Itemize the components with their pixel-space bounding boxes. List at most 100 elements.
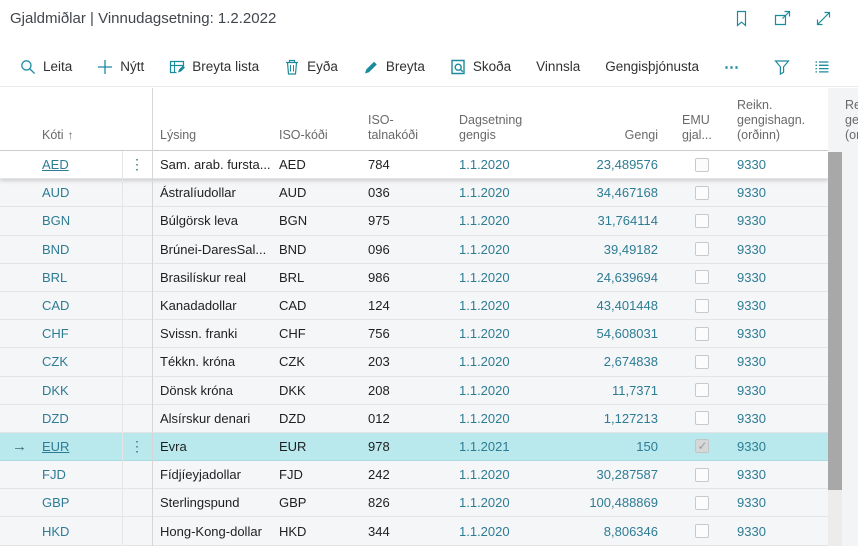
description-cell[interactable]: Hong-Kong-dollar: [152, 517, 278, 544]
realized-gains-account-cell[interactable]: 9330: [732, 292, 828, 319]
currency-code-cell[interactable]: AED: [40, 151, 122, 178]
currency-code-link[interactable]: FJD: [42, 467, 66, 482]
emu-cell[interactable]: [672, 236, 732, 263]
realized-gains-account-cell[interactable]: 9330: [732, 207, 828, 234]
currency-code-link[interactable]: AUD: [42, 185, 69, 200]
currency-code-link[interactable]: BRL: [42, 270, 67, 285]
row-menu-cell[interactable]: ⋮: [122, 461, 152, 488]
iso-code-cell[interactable]: CZK: [278, 348, 365, 375]
iso-numeric-code-cell[interactable]: 784: [365, 151, 456, 178]
table-row[interactable]: → AED ⋮ Sam. arab. fursta... AED 784 1.1…: [0, 151, 828, 179]
currency-code-link[interactable]: CZK: [42, 354, 68, 369]
description-cell[interactable]: Fídjíeyjadollar: [152, 461, 278, 488]
currency-code-cell[interactable]: FJD: [40, 461, 122, 488]
exchange-rate-cell[interactable]: 8,806346: [560, 517, 660, 544]
description-cell[interactable]: Evra: [152, 433, 278, 460]
row-menu-cell[interactable]: ⋮: [122, 377, 152, 404]
table-row[interactable]: → AUD ⋮ Ástralíudollar AUD 036 1.1.2020 …: [0, 179, 828, 207]
emu-cell[interactable]: [672, 489, 732, 516]
currency-code-cell[interactable]: GBP: [40, 489, 122, 516]
exchange-rate-cell[interactable]: 30,287587: [560, 461, 660, 488]
iso-code-cell[interactable]: HKD: [278, 517, 365, 544]
vertical-scrollbar[interactable]: [828, 152, 842, 546]
column-header-emu[interactable]: EMU gjal...: [672, 88, 732, 150]
realized-gains-account-cell[interactable]: 9330: [732, 405, 828, 432]
iso-code-cell[interactable]: EUR: [278, 433, 365, 460]
emu-checkbox[interactable]: [695, 383, 709, 397]
description-cell[interactable]: Svissn. franki: [152, 320, 278, 347]
row-context-menu-icon[interactable]: ⋮: [130, 156, 144, 173]
expand-icon[interactable]: [815, 10, 832, 27]
currency-code-cell[interactable]: BRL: [40, 264, 122, 291]
exchange-rate-date-cell[interactable]: 1.1.2020: [456, 348, 560, 375]
emu-cell[interactable]: [672, 433, 732, 460]
realized-gains-account-cell[interactable]: 9330: [732, 489, 828, 516]
iso-code-cell[interactable]: CAD: [278, 292, 365, 319]
action-exchange-rate-service[interactable]: Gengisþjónusta: [605, 59, 699, 74]
currency-code-link[interactable]: EUR: [42, 439, 69, 454]
iso-numeric-code-cell[interactable]: 756: [365, 320, 456, 347]
exchange-rate-cell[interactable]: 11,7371: [560, 377, 660, 404]
table-row[interactable]: → BGN ⋮ Búlgörsk leva BGN 975 1.1.2020 3…: [0, 207, 828, 235]
exchange-rate-cell[interactable]: 34,467168: [560, 179, 660, 206]
currency-code-cell[interactable]: BGN: [40, 207, 122, 234]
column-header-code[interactable]: Kóti↑: [40, 88, 122, 150]
column-header-iso-code[interactable]: ISO-kóði: [278, 88, 365, 150]
row-context-menu-icon[interactable]: ⋮: [130, 438, 144, 455]
realized-gains-account-cell[interactable]: 9330: [732, 377, 828, 404]
emu-checkbox[interactable]: [695, 524, 709, 538]
column-header-realized-losses-account-clipped[interactable]: Reikn. gengistap (orðinn): [845, 88, 858, 150]
iso-numeric-code-cell[interactable]: 208: [365, 377, 456, 404]
action-delete[interactable]: Eyða: [284, 59, 338, 75]
realized-gains-account-cell[interactable]: 9330: [732, 320, 828, 347]
currency-code-link[interactable]: GBP: [42, 495, 69, 510]
iso-code-cell[interactable]: AUD: [278, 179, 365, 206]
emu-checkbox[interactable]: [695, 186, 709, 200]
table-row[interactable]: → DZD ⋮ Alsírskur denari DZD 012 1.1.202…: [0, 405, 828, 433]
action-edit[interactable]: Breyta: [363, 59, 425, 75]
currency-code-link[interactable]: CHF: [42, 326, 69, 341]
table-row[interactable]: → BRL ⋮ Brasilískur real BRL 986 1.1.202…: [0, 264, 828, 292]
emu-cell[interactable]: [672, 264, 732, 291]
realized-gains-account-cell[interactable]: 9330: [732, 348, 828, 375]
emu-checkbox[interactable]: [695, 355, 709, 369]
iso-numeric-code-cell[interactable]: 826: [365, 489, 456, 516]
scrollbar-thumb[interactable]: [828, 152, 842, 490]
iso-numeric-code-cell[interactable]: 124: [365, 292, 456, 319]
row-menu-cell[interactable]: ⋮: [122, 348, 152, 375]
action-edit-list[interactable]: Breyta lista: [169, 59, 259, 75]
currency-code-link[interactable]: DKK: [42, 383, 69, 398]
exchange-rate-date-cell[interactable]: 1.1.2020: [456, 151, 560, 178]
exchange-rate-date-cell[interactable]: 1.1.2021: [456, 433, 560, 460]
emu-checkbox[interactable]: [695, 468, 709, 482]
exchange-rate-date-cell[interactable]: 1.1.2020: [456, 179, 560, 206]
row-menu-cell[interactable]: ⋮: [122, 320, 152, 347]
currency-code-cell[interactable]: EUR: [40, 433, 122, 460]
iso-numeric-code-cell[interactable]: 344: [365, 517, 456, 544]
bookmark-icon[interactable]: [733, 10, 750, 27]
row-menu-cell[interactable]: ⋮: [122, 405, 152, 432]
row-menu-cell[interactable]: ⋮: [122, 489, 152, 516]
currency-code-link[interactable]: AED: [42, 157, 69, 172]
action-process[interactable]: Vinnsla: [536, 59, 580, 74]
emu-checkbox[interactable]: [695, 158, 709, 172]
iso-numeric-code-cell[interactable]: 012: [365, 405, 456, 432]
iso-code-cell[interactable]: AED: [278, 151, 365, 178]
column-header-rate-date[interactable]: Dagsetning gengis: [456, 88, 560, 150]
currency-code-cell[interactable]: DKK: [40, 377, 122, 404]
column-header-iso-numeric[interactable]: ISO- talnakóði: [365, 88, 456, 150]
exchange-rate-date-cell[interactable]: 1.1.2020: [456, 292, 560, 319]
open-in-new-window-icon[interactable]: [774, 10, 791, 27]
iso-numeric-code-cell[interactable]: 242: [365, 461, 456, 488]
emu-cell[interactable]: [672, 377, 732, 404]
description-cell[interactable]: Brasilískur real: [152, 264, 278, 291]
row-menu-cell[interactable]: ⋮: [122, 236, 152, 263]
currency-code-link[interactable]: DZD: [42, 411, 69, 426]
exchange-rate-cell[interactable]: 1,127213: [560, 405, 660, 432]
row-menu-cell[interactable]: ⋮: [122, 151, 152, 178]
realized-gains-account-cell[interactable]: 9330: [732, 236, 828, 263]
emu-cell[interactable]: [672, 461, 732, 488]
choose-columns-icon[interactable]: [814, 59, 830, 75]
exchange-rate-date-cell[interactable]: 1.1.2020: [456, 405, 560, 432]
table-row[interactable]: → CAD ⋮ Kanadadollar CAD 124 1.1.2020 43…: [0, 292, 828, 320]
